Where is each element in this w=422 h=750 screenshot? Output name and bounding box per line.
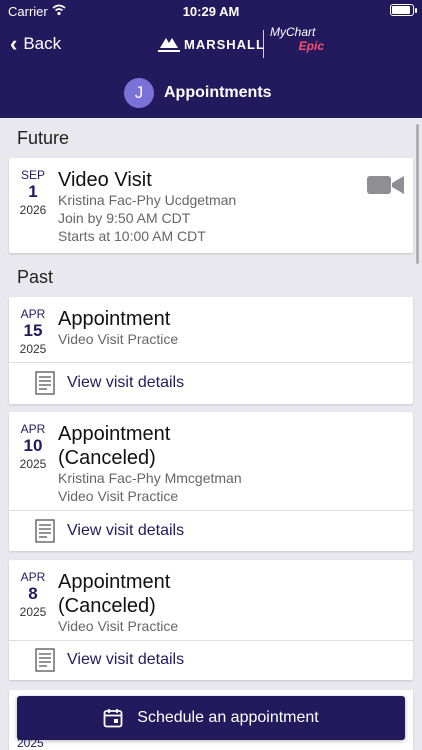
- page-heading: J Appointments: [124, 78, 272, 108]
- past-appointment-card[interactable]: APR 10 2025 Appointment (Canceled) Krist…: [9, 412, 413, 551]
- appointment-date: APR 10 2025: [19, 422, 47, 471]
- view-visit-details-link[interactable]: View visit details: [9, 511, 413, 551]
- schedule-appointment-button[interactable]: Schedule an appointment: [17, 696, 405, 740]
- appointment-title: Appointment: [58, 308, 171, 330]
- status-time: 10:29 AM: [182, 4, 240, 19]
- appointment-provider: Kristina Fac-Phy Ucdgetman: [58, 192, 237, 208]
- back-label: Back: [23, 34, 62, 53]
- future-appointment-card[interactable]: SEP 1 2026 Video Visit Kristina Fac-Phy …: [9, 158, 413, 253]
- appointment-status: (Canceled): [58, 595, 156, 617]
- marshall-mark-icon: [158, 38, 180, 52]
- appointment-location: Video Visit Practice: [58, 488, 179, 504]
- appointment-location: Video Visit Practice: [58, 331, 179, 347]
- past-appointment-card[interactable]: APR 15 2025 Appointment Video Visit Prac…: [9, 297, 413, 404]
- appointments-list: Future SEP 1 2026 Video Visit Kristina F…: [0, 118, 422, 750]
- avatar[interactable]: J: [124, 78, 154, 108]
- chevron-left-icon: ‹: [10, 31, 18, 56]
- mychart-logo: MyChart Epic: [270, 25, 324, 54]
- appointment-date: APR 8 2025: [19, 570, 47, 619]
- status-bar: Carrier 10:29 AM: [0, 0, 422, 24]
- video-camera-icon[interactable]: [367, 174, 405, 196]
- page-title: Appointments: [164, 84, 272, 101]
- back-button[interactable]: ‹ Back: [10, 30, 61, 58]
- appointment-date: SEP 1 2026: [19, 168, 47, 217]
- appointment-title: Appointment: [58, 423, 171, 445]
- view-visit-details-link[interactable]: View visit details: [9, 640, 413, 680]
- appointment-join-time: Join by 9:50 AM CDT: [58, 210, 191, 226]
- appointment-start-time: Starts at 10:00 AM CDT: [58, 228, 206, 244]
- document-icon: [35, 371, 55, 395]
- document-icon: [35, 519, 55, 543]
- calendar-icon: [103, 709, 123, 728]
- past-appointment-card[interactable]: APR 8 2025 Appointment (Canceled) Video …: [9, 560, 413, 680]
- view-visit-details-link[interactable]: View visit details: [9, 363, 413, 403]
- appointment-provider: Kristina Fac-Phy Mmcgetman: [58, 470, 242, 486]
- marshall-logo: MARSHALL: [158, 30, 265, 58]
- appointment-title: Video Visit: [58, 169, 152, 191]
- document-icon: [35, 648, 55, 672]
- battery-icon: [390, 4, 417, 16]
- section-future-label: Future: [17, 128, 70, 148]
- appointment-date: APR 15 2025: [19, 307, 47, 356]
- section-past-label: Past: [17, 267, 54, 287]
- logo-divider: [263, 30, 264, 58]
- appointment-location: Video Visit Practice: [58, 618, 179, 634]
- scrollbar[interactable]: [416, 124, 419, 264]
- app-header: Carrier 10:29 AM ‹ Back MARSHALL MyChart…: [0, 0, 422, 118]
- appointment-status: (Canceled): [58, 447, 156, 469]
- appointment-title: Appointment: [58, 571, 171, 593]
